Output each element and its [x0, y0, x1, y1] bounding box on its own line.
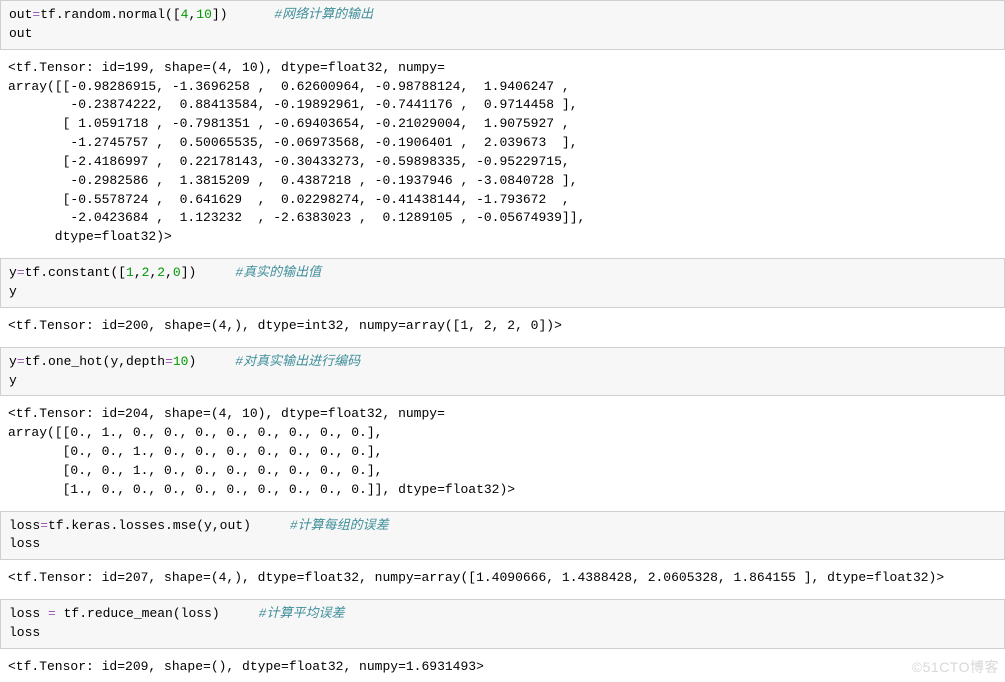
code-input-cell[interactable]: out=tf.random.normal([4,10]) #网络计算的输出 ou… — [0, 0, 1005, 50]
code-output-cell: <tf.Tensor: id=207, shape=(4,), dtype=fl… — [0, 564, 1005, 593]
code-input-cell[interactable]: loss=tf.keras.losses.mse(y,out) #计算每组的误差… — [0, 511, 1005, 561]
code-input-cell[interactable]: y=tf.one_hot(y,depth=10) #对真实输出进行编码 y — [0, 347, 1005, 397]
code-output-cell: <tf.Tensor: id=209, shape=(), dtype=floa… — [0, 653, 1005, 682]
code-input-cell[interactable]: y=tf.constant([1,2,2,0]) #真实的输出值 y — [0, 258, 1005, 308]
watermark: ©51CTO博客 — [912, 657, 999, 677]
code-output-cell: <tf.Tensor: id=200, shape=(4,), dtype=in… — [0, 312, 1005, 341]
code-output-cell: <tf.Tensor: id=204, shape=(4, 10), dtype… — [0, 400, 1005, 504]
code-input-cell[interactable]: loss = tf.reduce_mean(loss) #计算平均误差 loss — [0, 599, 1005, 649]
notebook-root: out=tf.random.normal([4,10]) #网络计算的输出 ou… — [0, 0, 1005, 682]
code-output-cell: <tf.Tensor: id=199, shape=(4, 10), dtype… — [0, 54, 1005, 252]
